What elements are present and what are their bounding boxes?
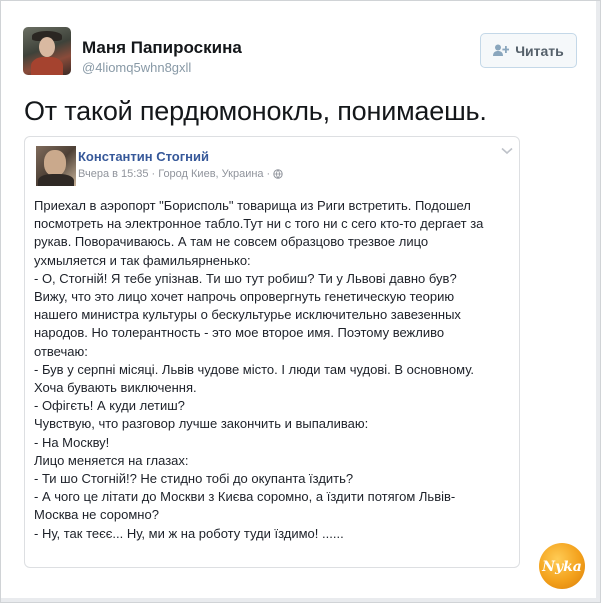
avatar-face <box>39 37 55 57</box>
follow-button-label: Читать <box>515 42 564 59</box>
author-handle[interactable]: @4liomq5whn8gxll <box>82 60 191 75</box>
avatar-dress <box>31 57 63 75</box>
follow-button[interactable]: Читать <box>480 33 577 68</box>
meta-separator: · <box>266 168 271 180</box>
post-location[interactable]: Город Киев, Украина <box>158 168 263 180</box>
author-avatar[interactable] <box>23 27 71 75</box>
post-body-line: Лицо меняется на глазах: <box>34 452 189 468</box>
post-body-line: - Ну, так теєє... Ну, ми ж на роботу туд… <box>34 525 344 541</box>
avatar-head <box>44 150 66 176</box>
post-body-line: - Ти шо Стогнiй!? Не стидно тобi до окуп… <box>34 471 354 487</box>
post-body-line: Москва не соромно? <box>34 507 159 523</box>
post-body-line: рукав. Поворачиваюсь. А там не совсем об… <box>34 234 429 250</box>
meta-separator: · <box>151 168 156 180</box>
author-name[interactable]: Маня Папироскина <box>82 38 242 58</box>
post-author-avatar[interactable] <box>36 146 76 186</box>
post-body-line: ухмыляется и так фамильярненько: <box>34 252 251 268</box>
post-body-line: - А чого це лiтати до Москви з Києва сор… <box>34 489 456 505</box>
post-author-name[interactable]: Константин Стогний <box>78 149 209 164</box>
tweet-text: От такой пердюмонокль, понимаешь. <box>24 96 487 126</box>
post-body-line: - На Москву! <box>34 434 110 450</box>
post-body-line: - О, Стогнiй! Я тебе упiзнав. Ти шо тут … <box>34 270 457 286</box>
post-body-line: Приехал в аэропорт "Борисполь" товарища … <box>34 198 471 213</box>
post-body-line: Хоча бувають виключення. <box>34 380 197 396</box>
globe-icon <box>273 169 283 179</box>
post-meta: Вчера в 15:35 · Город Киев, Украина · <box>78 168 283 180</box>
post-body-line: Вижу, что это лицо хочет напрочь опровер… <box>34 289 455 305</box>
post-body-line: отвечаю: <box>34 343 88 359</box>
user-plus-icon <box>493 44 510 57</box>
post-body-line: посмотреть на электронное табло.Тут ни с… <box>34 216 484 232</box>
chevron-down-icon[interactable] <box>501 147 513 155</box>
avatar-body <box>38 174 74 186</box>
post-body-line: - Був у серпнi мiсяцi. Львiв чудове мiст… <box>34 361 475 377</box>
svg-text:Nyka: Nyka <box>541 559 582 575</box>
post-body-line: - Офiгєть! А куди летиш? <box>34 398 185 414</box>
watermark-logo: Nyka <box>539 543 585 589</box>
post-body: Приехал в аэропорт "Борисполь" товарища … <box>34 197 518 543</box>
post-time[interactable]: Вчера в 15:35 <box>78 168 149 180</box>
embedded-post-card[interactable]: Константин Стогний Вчера в 15:35 · Город… <box>24 136 520 568</box>
post-body-line: народов. Но толерантность - это мое втор… <box>34 325 445 341</box>
post-body-line: Чувствую, что разговор лучше закончить и… <box>34 416 369 432</box>
post-body-line: нашего министра культуры о бескультурье … <box>34 307 461 323</box>
